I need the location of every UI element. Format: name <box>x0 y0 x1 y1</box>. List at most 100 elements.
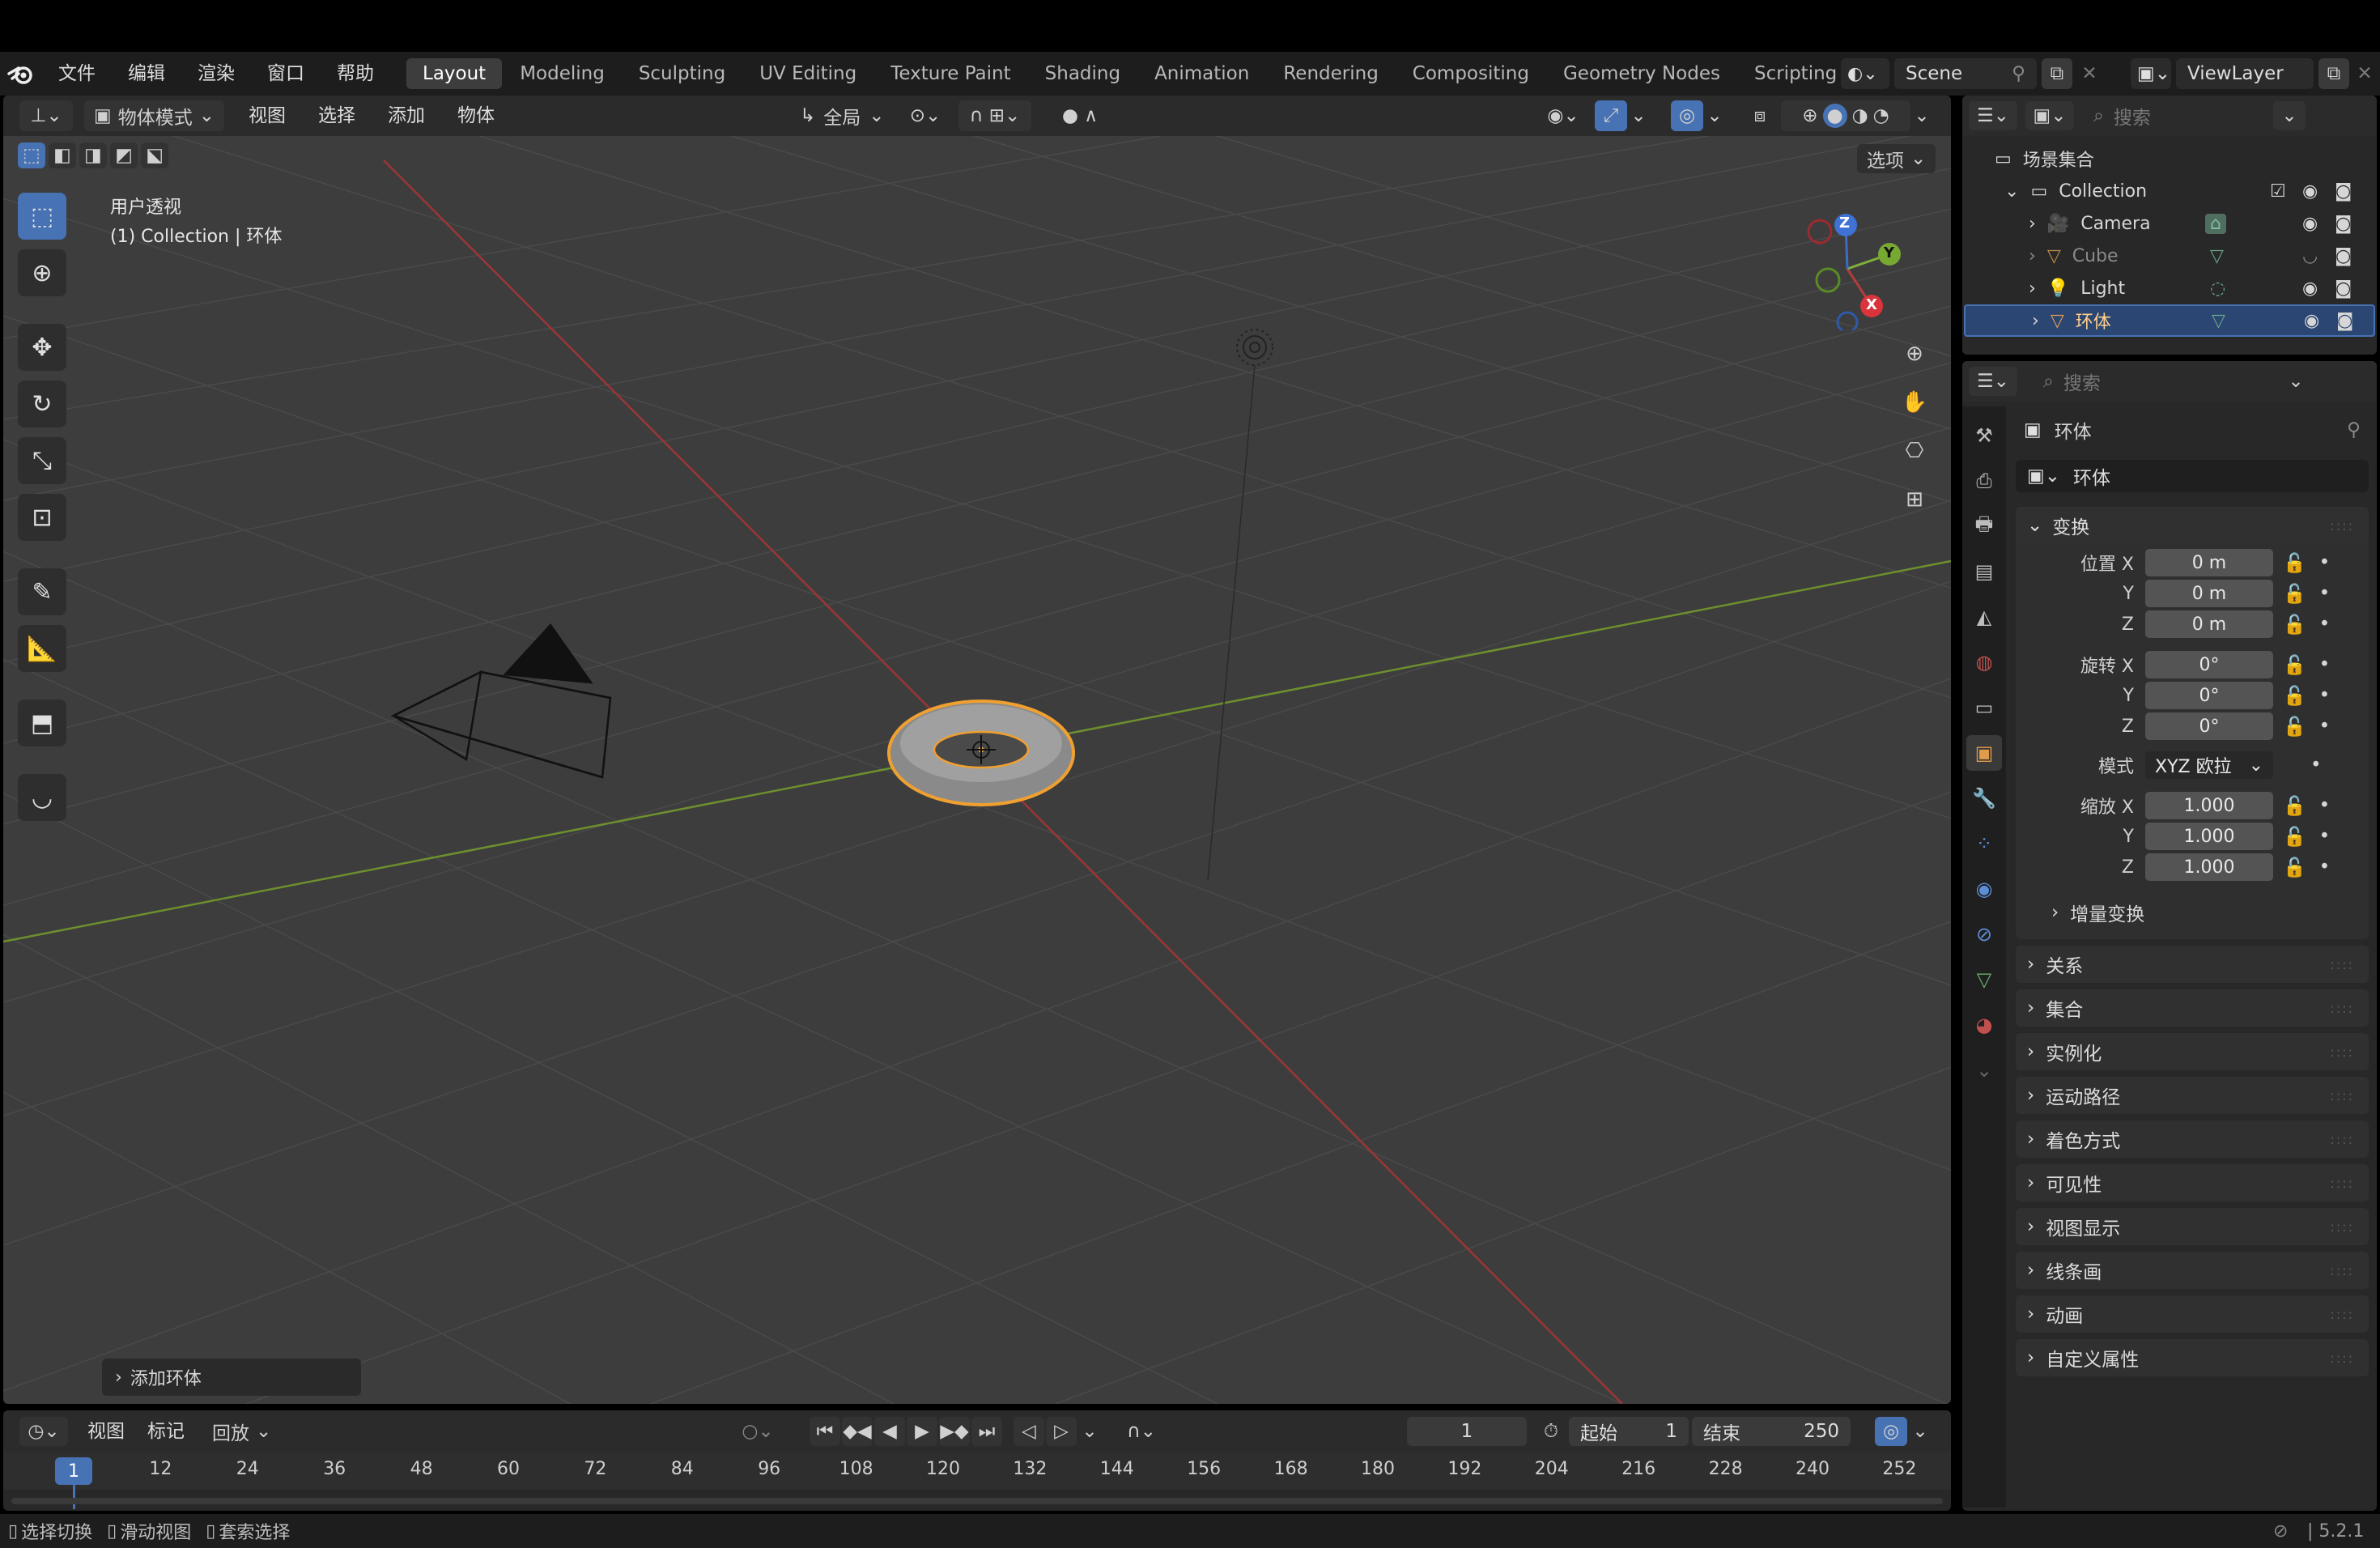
pan-hand-icon[interactable]: ✋ <box>1896 384 1933 421</box>
viewport-menu-add[interactable]: 添加 <box>372 100 441 131</box>
tab-sculpting[interactable]: Sculpting <box>623 58 742 89</box>
visibility-eye-icon[interactable]: ◉ <box>2302 279 2318 299</box>
world-tab-icon[interactable]: ◍ <box>1966 644 2002 680</box>
lock-icon[interactable]: 🔓 <box>2283 795 2306 817</box>
location-y-field[interactable]: 0 m <box>2145 580 2273 607</box>
lock-icon[interactable]: 🔓 <box>2283 552 2306 574</box>
keyframe-dot-icon[interactable]: • <box>2319 552 2331 573</box>
panel-visibility[interactable]: › 可见性:::: <box>2016 1164 2369 1201</box>
modifier-tab-icon[interactable]: 🔧 <box>1966 780 2002 816</box>
panel-collections[interactable]: › 集合:::: <box>2016 989 2369 1027</box>
menu-render[interactable]: 渲染 <box>181 52 251 96</box>
options-dropdown[interactable]: 选项 ⌄ <box>1857 144 1936 173</box>
rotation-mode-dropdown[interactable]: XYZ 欧拉 ⌄ <box>2145 751 2273 779</box>
delta-transform-subpanel[interactable]: › 增量变换 <box>2016 894 2369 931</box>
select-invert-icon[interactable]: ◩ <box>110 142 138 168</box>
timeline-menu-view[interactable]: 视图 <box>76 1417 136 1446</box>
rotate-tool-icon[interactable]: ↻ <box>18 381 66 427</box>
snap-timeline-toggle[interactable]: ∩⌄ <box>1116 1417 1167 1446</box>
timeline-view-toggle[interactable]: ◎ <box>1875 1417 1907 1446</box>
next-frame-icon[interactable]: ▷ <box>1046 1417 1077 1446</box>
tab-rendering[interactable]: Rendering <box>1267 58 1394 89</box>
jump-start-icon[interactable]: ⏮ <box>810 1417 840 1446</box>
measure-tool-icon[interactable]: 📐 <box>18 625 66 672</box>
menu-help[interactable]: 帮助 <box>321 52 390 96</box>
timeline-scrollbar[interactable] <box>11 1498 1943 1504</box>
playhead[interactable]: 1 <box>55 1457 92 1485</box>
mesh-data-icon[interactable]: ▽ <box>2210 246 2224 266</box>
play-icon[interactable]: ▶ <box>907 1417 937 1446</box>
scale-z-field[interactable]: 1.000 <box>2145 853 2273 881</box>
move-tool-icon[interactable]: ✥ <box>18 324 66 371</box>
panel-motion-paths[interactable]: › 运动路径:::: <box>2016 1077 2369 1114</box>
select-intersect-icon[interactable]: ⬕ <box>141 142 168 168</box>
pivot-dropdown[interactable]: ⊙⌄ <box>902 100 949 131</box>
lock-icon[interactable]: 🔓 <box>2283 583 2306 605</box>
rotation-z-field[interactable]: 0° <box>2145 712 2273 740</box>
solid-shading-icon[interactable]: ● <box>1822 104 1847 128</box>
viewport-menu-view[interactable]: 视图 <box>232 100 302 131</box>
scene-name-field[interactable]: Scene ⚲ <box>1894 58 2037 89</box>
pin-icon[interactable]: ⚲ <box>2012 63 2025 84</box>
material-tab-icon[interactable]: ◕ <box>1966 1007 2002 1043</box>
orientation-dropdown[interactable]: ↳ 全局 ⌄ <box>790 100 895 131</box>
end-frame-field[interactable]: 结束 250 <box>1692 1417 1851 1446</box>
exclude-checkbox[interactable]: ☑ <box>2270 181 2286 202</box>
particles-tab-icon[interactable]: ⁘ <box>1966 826 2002 861</box>
tab-compositing[interactable]: Compositing <box>1396 58 1545 89</box>
select-new-icon[interactable]: ⬚ <box>18 142 45 168</box>
grip-icon[interactable]: :::: <box>2330 1350 2354 1366</box>
tab-texture-paint[interactable]: Texture Paint <box>874 58 1026 89</box>
keyframe-dot-icon[interactable]: • <box>2319 716 2331 737</box>
rendered-shading-icon[interactable]: ◔ <box>1873 105 1889 126</box>
light-data-icon[interactable]: ◌ <box>2210 279 2225 299</box>
properties-options[interactable]: ⌄ <box>2280 367 2312 396</box>
grip-icon[interactable]: :::: <box>2330 1001 2354 1016</box>
overlay-dropdown[interactable]: ⌄ <box>1705 100 1724 131</box>
viewport-menu-object[interactable]: 物体 <box>441 100 511 131</box>
keyframe-dot-icon[interactable]: • <box>2319 614 2331 635</box>
grip-icon[interactable]: :::: <box>2330 1307 2354 1322</box>
render-camera-icon[interactable]: ◙ <box>2335 214 2352 234</box>
grip-icon[interactable]: :::: <box>2330 518 2354 534</box>
mode-dropdown[interactable]: ▣ 物体模式 ⌄ <box>84 100 225 131</box>
overlay-toggle[interactable]: ◎ <box>1671 100 1703 131</box>
lock-icon[interactable]: 🔓 <box>2283 716 2306 738</box>
visibility-eye-icon[interactable]: ◉ <box>2302 181 2318 202</box>
collection-tab-icon[interactable]: ▭ <box>1966 690 2002 725</box>
viewlayer-type-dropdown[interactable]: ▣⌄ <box>2131 58 2171 89</box>
scale-tool-icon[interactable]: ⤡ <box>18 437 66 484</box>
panel-relations[interactable]: › 关系:::: <box>2016 946 2369 983</box>
play-reverse-icon[interactable]: ◀ <box>874 1417 905 1446</box>
select-box-tool-icon[interactable]: ⬚ <box>18 193 66 240</box>
new-viewlayer-button[interactable]: ⧉ <box>2318 58 2349 89</box>
grip-icon[interactable]: :::: <box>2330 1088 2354 1104</box>
panel-viewport-display[interactable]: › 视图显示:::: <box>2016 1208 2369 1245</box>
shading-dropdown[interactable]: ⌄ <box>1912 100 1932 131</box>
view-layer-tab-icon[interactable]: ▤ <box>1966 554 2002 589</box>
proportional-edit-toggle[interactable]: ● ∧ <box>1048 100 1112 131</box>
tab-scripting[interactable]: Scripting <box>1738 58 1853 89</box>
torus-object[interactable] <box>887 700 1075 806</box>
pin-icon[interactable]: ⚲ <box>2347 419 2361 440</box>
outliner-light[interactable]: › 💡 Light ◌ ◉ ◙ <box>1962 272 2377 304</box>
visibility-eye-icon[interactable]: ◉ <box>2302 214 2318 234</box>
zoom-icon[interactable]: ⊕ <box>1896 335 1933 372</box>
panel-shading[interactable]: › 着色方式:::: <box>2016 1121 2369 1158</box>
lock-icon[interactable]: 🔓 <box>2283 685 2306 707</box>
display-mode-dropdown[interactable]: ▣⌄ <box>2025 101 2074 130</box>
keyframe-dot-icon[interactable]: • <box>2319 685 2331 706</box>
hidden-eye-icon[interactable]: ◡ <box>2302 246 2318 266</box>
frame-step-dropdown[interactable]: ⌄ <box>1078 1417 1101 1446</box>
scene-type-dropdown[interactable]: ◐⌄ <box>1841 58 1889 89</box>
editor-type-dropdown[interactable]: ⊥⌄ <box>19 100 73 131</box>
tab-uv-editing[interactable]: UV Editing <box>743 58 873 89</box>
material-shading-icon[interactable]: ◑ <box>1852 105 1868 126</box>
outliner-torus[interactable]: › ▽ 环体 ▽ ◉ ◙ <box>1964 304 2375 337</box>
current-frame-field[interactable]: 1 <box>1407 1417 1527 1446</box>
timeline-view-dropdown[interactable]: ⌄ <box>1909 1417 1932 1446</box>
viewport-menu-select[interactable]: 选择 <box>302 100 372 131</box>
curve-tool-icon[interactable]: ◡ <box>18 774 66 821</box>
render-camera-icon[interactable]: ◙ <box>2335 181 2352 202</box>
navigation-gizmo[interactable]: Z Y X <box>1791 201 1904 334</box>
